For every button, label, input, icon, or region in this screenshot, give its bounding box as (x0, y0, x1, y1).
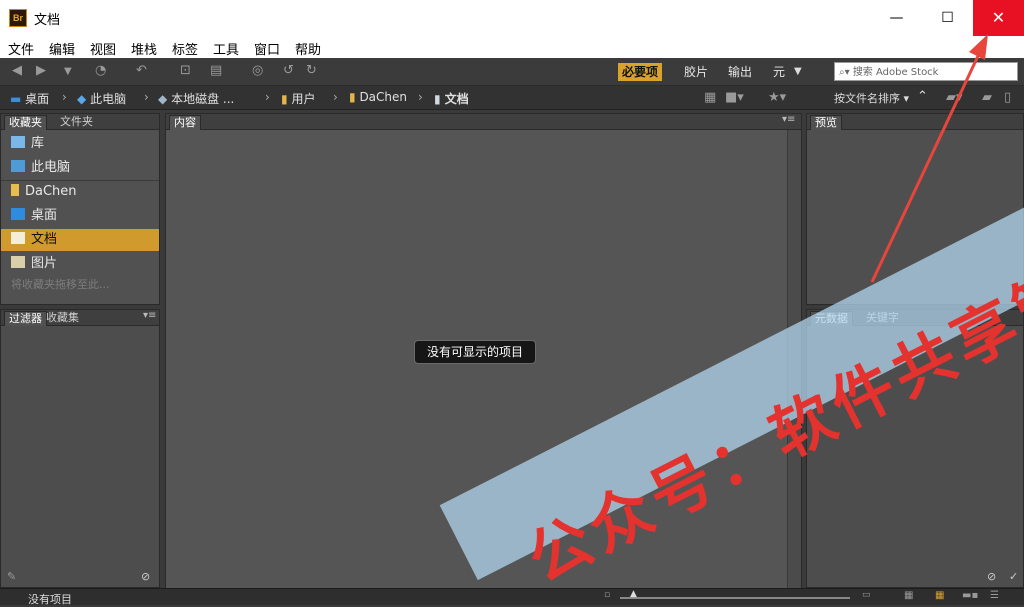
window-titlebar: Br 文档 — ☐ ✕ (0, 0, 1024, 36)
favorite-dachen[interactable]: DaChen (11, 181, 157, 203)
maximize-button[interactable]: ☐ (922, 0, 973, 36)
pictures-icon (11, 256, 25, 268)
menu-file[interactable]: 文件 (8, 39, 34, 58)
document-folder-icon (11, 232, 25, 244)
desktop-icon: ▬ (10, 92, 22, 106)
quality-icon[interactable]: ▦ (704, 90, 716, 105)
zoom-out-icon[interactable]: ▫ (604, 590, 610, 600)
breadcrumb-separator-icon: › (62, 90, 67, 104)
thumbnail-view-icon[interactable]: ▦ (935, 590, 944, 601)
vertical-scrollbar[interactable] (787, 130, 801, 589)
favorites-drop-hint: 将收藏夹拖移至此... (11, 278, 110, 291)
tab-folders[interactable]: 文件夹 (56, 115, 97, 130)
computer-icon: ◆ (77, 92, 87, 106)
document-folder-icon: ▮ (434, 92, 441, 106)
favorite-desktop[interactable]: 桌面 (11, 205, 157, 227)
apply-check-icon[interactable]: ✓ (1009, 570, 1018, 583)
favorite-this-pc[interactable]: 此电脑 (11, 157, 157, 179)
breadcrumb-separator-icon: › (144, 90, 149, 104)
path-bar: ▬ 桌面 › ◆ 此电脑 › ◆ 本地磁盘 ... › ▮ 用户 › ▮ DaC… (0, 86, 1024, 110)
delete-icon[interactable]: ▯ (1004, 90, 1011, 105)
tab-collections[interactable]: 收藏集 (42, 311, 83, 326)
tab-metadata[interactable]: 元数据 (810, 311, 853, 326)
camera-import-icon[interactable]: ⊡ (180, 63, 191, 78)
breadcrumb-separator-icon: › (265, 90, 270, 104)
library-icon (11, 136, 25, 148)
sort-ascending-icon[interactable]: ⌃ (917, 89, 928, 104)
favorites-panel: 收藏夹 文件夹 库 此电脑 DaChen 桌面 文档 图片 将收藏夹拖移至此..… (0, 113, 160, 305)
desktop-icon (11, 208, 25, 220)
breadcrumb-local-disk[interactable]: ◆ 本地磁盘 ... (158, 90, 234, 107)
minimize-button[interactable]: — (871, 0, 922, 36)
view-mode-icon[interactable]: ■▾ (725, 90, 744, 105)
menu-label[interactable]: 标签 (172, 39, 198, 58)
menu-bar: 文件 编辑 视图 堆栈 标签 工具 窗口 帮助 (0, 36, 1024, 58)
workspace-essentials[interactable]: 必要项 (618, 63, 663, 81)
tab-content[interactable]: 内容 (169, 115, 201, 130)
panel-menu-icon[interactable]: ▾≡ (143, 310, 156, 321)
open-recent-icon[interactable]: ▰▾ (946, 90, 963, 105)
menu-edit[interactable]: 编辑 (49, 39, 75, 58)
computer-icon (11, 160, 25, 172)
workspace-filmstrip[interactable]: 胶片 (680, 63, 712, 81)
breadcrumb-desktop[interactable]: ▬ 桌面 (10, 90, 49, 107)
panel-menu-icon[interactable]: ▾≡ (782, 114, 795, 125)
menu-help[interactable]: 帮助 (295, 39, 321, 58)
drive-icon: ◆ (158, 92, 168, 106)
search-adobe-stock-input[interactable]: ⌕▾ 搜索 Adobe Stock (834, 62, 1018, 81)
breadcrumb-users[interactable]: ▮ 用户 (281, 90, 315, 107)
workspace-output[interactable]: 输出 (724, 63, 756, 81)
filter-panel: 过滤器 收藏集 ▾≡ ✎ ⊘ (0, 309, 160, 588)
new-folder-icon[interactable]: ▰ (982, 90, 992, 105)
reveal-recent-icon[interactable]: ◔ (95, 63, 106, 78)
forward-arrow-icon[interactable]: ▶ (36, 63, 46, 78)
tab-favorites[interactable]: 收藏夹 (4, 115, 47, 130)
clear-icon[interactable]: ⊘ (987, 570, 996, 583)
rotate-left-icon[interactable]: ↺ (283, 63, 294, 78)
thumbnail-size-slider[interactable] (620, 597, 850, 599)
rotate-right-icon[interactable]: ↻ (306, 63, 317, 78)
tab-filter[interactable]: 过滤器 (4, 311, 47, 326)
close-button[interactable]: ✕ (973, 0, 1024, 36)
search-placeholder: 搜索 Adobe Stock (852, 67, 939, 78)
refine-icon[interactable]: ▤ (210, 63, 222, 78)
favorite-documents[interactable]: 文档 (1, 229, 159, 251)
bridge-app-icon: Br (9, 9, 27, 27)
menu-window[interactable]: 窗口 (254, 39, 280, 58)
return-icon[interactable]: ↶ (136, 63, 147, 78)
breadcrumb-separator-icon: › (418, 90, 423, 104)
favorite-pictures[interactable]: 图片 (11, 253, 157, 275)
clear-filter-icon[interactable]: ⊘ (141, 570, 150, 583)
breadcrumb-this-pc[interactable]: ◆ 此电脑 (77, 90, 126, 107)
folder-icon: ▮ (349, 90, 356, 104)
slider-thumb[interactable]: ▲ (630, 589, 637, 599)
history-dropdown-icon[interactable]: ▼ (64, 66, 72, 77)
grid-lock-icon[interactable]: ▦ (904, 590, 913, 601)
favorite-library[interactable]: 库 (11, 133, 157, 155)
breadcrumb-separator-icon: › (333, 90, 338, 104)
window-title: 文档 (34, 13, 61, 28)
folder-icon: ▮ (281, 92, 288, 106)
empty-content-message: 没有可显示的项目 (414, 340, 536, 364)
workspace-metadata[interactable]: 元 (769, 63, 789, 81)
menu-stacks[interactable]: 堆栈 (131, 39, 157, 58)
breadcrumb-dachen[interactable]: ▮ DaChen (349, 90, 407, 104)
list-view-icon[interactable]: ☰ (990, 590, 999, 601)
breadcrumb-documents[interactable]: ▮ 文档 (434, 90, 469, 107)
menu-tools[interactable]: 工具 (213, 39, 239, 58)
tab-preview[interactable]: 预览 (810, 115, 842, 130)
star-filter-icon[interactable]: ★▾ (768, 90, 786, 105)
menu-view[interactable]: 视图 (90, 39, 116, 58)
open-in-camera-raw-icon[interactable]: ◎ (252, 63, 263, 78)
sort-by-filename[interactable]: 按文件名排序 ▾ (834, 90, 909, 106)
pin-icon[interactable]: ✎ (7, 570, 16, 583)
workspace-dropdown-icon[interactable]: ▼ (794, 66, 802, 77)
folder-icon (11, 184, 19, 196)
back-arrow-icon[interactable]: ◀ (12, 63, 22, 78)
details-view-icon[interactable]: ▬▪ (962, 590, 978, 601)
status-bar: 没有项目 ▫ ▲ ▭ ▦ ▦ ▬▪ ☰ (0, 588, 1024, 606)
search-icon: ⌕▾ (839, 67, 850, 78)
zoom-in-icon[interactable]: ▭ (862, 590, 871, 600)
